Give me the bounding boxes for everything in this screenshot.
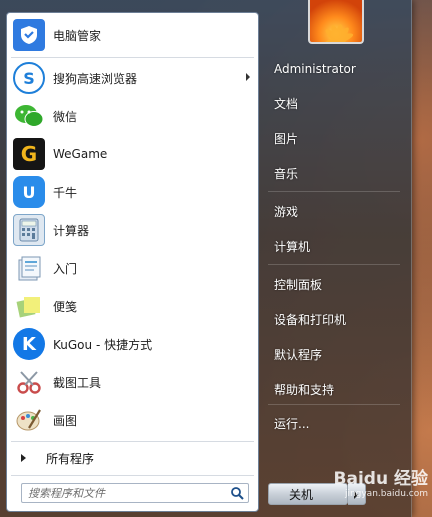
computer-label: 计算机: [274, 239, 311, 254]
divider: [268, 404, 400, 405]
watermark-url: jingyan.baidu.com: [344, 489, 428, 499]
paint-icon: [13, 404, 45, 436]
search-input[interactable]: [28, 486, 224, 500]
documents-label: 文档: [274, 96, 299, 111]
help-support-link[interactable]: 帮助和支持: [266, 376, 406, 402]
default-programs-label: 默认程序: [274, 347, 323, 362]
program-label: 截图工具: [53, 375, 102, 390]
devices-printers-link[interactable]: 设备和打印机: [266, 306, 406, 332]
sticky-notes-icon: [13, 290, 45, 322]
program-item-wechat[interactable]: 微信: [11, 98, 254, 134]
wechat-icon: [13, 100, 45, 132]
program-label: 搜狗高速浏览器: [53, 71, 138, 86]
programs-pane: 电脑管家 S 搜狗高速浏览器 微信 G WeGame U 千牛 计算器 入门 便…: [6, 12, 259, 512]
run-label: 运行...: [274, 416, 310, 431]
program-item-getting-started[interactable]: 入门: [11, 250, 254, 286]
user-name: Administrator: [274, 62, 356, 76]
tencent-pc-manager-icon: [13, 19, 45, 51]
games-link[interactable]: 游戏: [266, 198, 406, 224]
program-item-sticky-notes[interactable]: 便笺: [11, 288, 254, 324]
user-folder-link[interactable]: Administrator: [266, 56, 406, 82]
control-panel-label: 控制面板: [274, 277, 323, 292]
all-programs-button[interactable]: 所有程序: [11, 445, 254, 471]
wegame-icon: G: [13, 138, 45, 170]
all-programs-label: 所有程序: [46, 451, 95, 466]
divider: [11, 475, 254, 476]
help-support-label: 帮助和支持: [274, 382, 335, 397]
divider: [268, 191, 400, 192]
program-label: 便笺: [53, 299, 78, 314]
music-label: 音乐: [274, 166, 299, 181]
devices-printers-label: 设备和打印机: [274, 312, 347, 327]
sogou-browser-icon: S: [13, 62, 45, 94]
user-avatar[interactable]: [308, 0, 364, 44]
start-menu: 电脑管家 S 搜狗高速浏览器 微信 G WeGame U 千牛 计算器 入门 便…: [0, 0, 412, 517]
search-box[interactable]: [21, 483, 249, 503]
program-label: 入门: [53, 261, 78, 276]
program-label: 电脑管家: [53, 28, 102, 43]
control-panel-link[interactable]: 控制面板: [266, 271, 406, 297]
qianniu-icon: U: [13, 176, 45, 208]
flower-icon: [322, 24, 354, 42]
program-item-snipping-tool[interactable]: 截图工具: [11, 364, 254, 400]
program-label: 画图: [53, 413, 78, 428]
music-link[interactable]: 音乐: [266, 160, 406, 186]
program-item-sogou-browser[interactable]: S 搜狗高速浏览器: [11, 60, 254, 96]
program-item-paint[interactable]: 画图: [11, 402, 254, 438]
getting-started-icon: [13, 252, 45, 284]
divider: [268, 264, 400, 265]
calculator-icon: [13, 214, 45, 246]
program-label: KuGou - 快捷方式: [53, 337, 153, 352]
program-label: 微信: [53, 109, 78, 124]
program-label: 千牛: [53, 185, 78, 200]
watermark-logo: Baidu 经验: [333, 469, 428, 489]
program-label: WeGame: [53, 147, 108, 161]
program-item-kugou[interactable]: K KuGou - 快捷方式: [11, 326, 254, 362]
documents-link[interactable]: 文档: [266, 90, 406, 116]
submenu-arrow-icon[interactable]: [246, 73, 250, 81]
kugou-icon: K: [13, 328, 45, 360]
snipping-tool-icon: [13, 366, 45, 398]
pictures-link[interactable]: 图片: [266, 125, 406, 151]
divider: [11, 57, 254, 58]
search-icon[interactable]: [230, 486, 244, 500]
divider: [11, 441, 254, 442]
program-item-wegame[interactable]: G WeGame: [11, 136, 254, 172]
program-item-pc-manager[interactable]: 电脑管家: [11, 17, 254, 53]
program-label: 计算器: [53, 223, 90, 238]
run-link[interactable]: 运行...: [266, 410, 406, 436]
baidu-jingyan-watermark: Baidu 经验 jingyan.baidu.com: [312, 464, 428, 512]
computer-link[interactable]: 计算机: [266, 233, 406, 259]
program-item-calculator[interactable]: 计算器: [11, 212, 254, 248]
games-label: 游戏: [274, 204, 299, 219]
triangle-right-icon: [21, 454, 26, 462]
default-programs-link[interactable]: 默认程序: [266, 341, 406, 367]
shutdown-label: 关机: [289, 487, 314, 502]
pictures-label: 图片: [274, 131, 299, 146]
program-item-qianniu[interactable]: U 千牛: [11, 174, 254, 210]
